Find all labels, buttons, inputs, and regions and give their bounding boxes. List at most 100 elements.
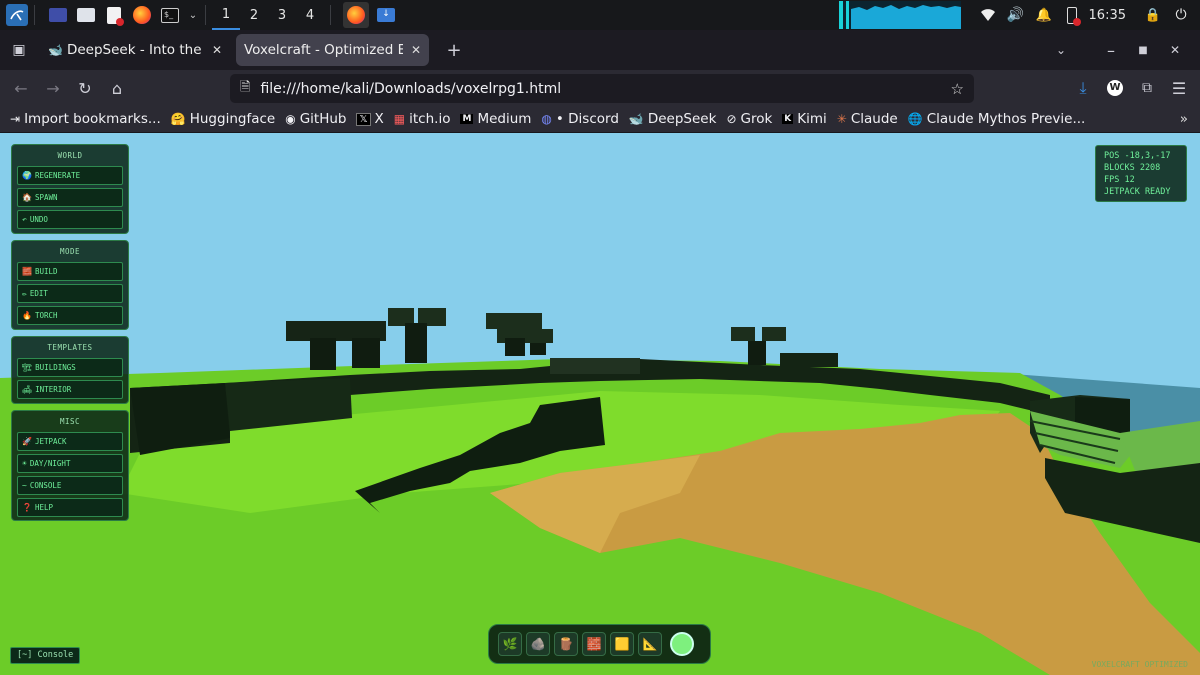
bookmark-x[interactable]: 𝕏X <box>356 111 384 127</box>
bookmark-kimi[interactable]: K Kimi <box>782 111 827 127</box>
files-icon[interactable] <box>75 4 97 26</box>
workspace-3[interactable]: 3 <box>268 0 296 30</box>
button-label: BUILD <box>34 267 58 276</box>
page-info-icon[interactable]: 🗎 <box>240 78 250 100</box>
url-bar[interactable]: 🗎 file:///home/kali/Downloads/voxelrpg1.… <box>230 74 974 103</box>
bookmark-claude-mythos[interactable]: 🌐 Claude Mythos Previe... <box>908 111 1086 127</box>
build-mode-button[interactable]: 🧱 BUILD <box>17 262 123 281</box>
tab-list-chevron-icon[interactable]: ⌄ <box>1046 35 1076 65</box>
downloads-window-icon[interactable]: ↓ <box>375 4 397 26</box>
buildings-button[interactable]: 🏗 BUILDINGS <box>17 358 123 377</box>
grok-icon: ⊘ <box>726 112 737 126</box>
workspace-1[interactable]: 1 <box>212 0 240 30</box>
kali-menu-icon[interactable] <box>6 4 28 26</box>
button-label: HELP <box>34 503 54 512</box>
day-night-button[interactable]: ☀ DAY/NIGHT <box>17 454 123 473</box>
bookmark-github[interactable]: ◉ GitHub <box>285 111 346 127</box>
regenerate-button[interactable]: 🌍 REGENERATE <box>17 166 123 185</box>
wifi-icon[interactable] <box>977 4 999 26</box>
maximize-button[interactable]: ■ <box>1128 35 1158 65</box>
hotbar-slot-wood[interactable]: 🪵 <box>554 632 578 656</box>
downloads-icon[interactable]: ⤓ <box>1068 73 1098 103</box>
hotbar-slot-yellow[interactable]: 🟨 <box>610 632 634 656</box>
block-hotbar: 🌿 🪨 🪵 🧱 🟨 📐 <box>488 624 711 664</box>
bookmark-deepseek[interactable]: 🐋 DeepSeek <box>629 111 717 127</box>
hotbar-slot-leaf[interactable]: 🌿 <box>498 632 522 656</box>
workspace-4[interactable]: 4 <box>296 0 324 30</box>
tab-title: Voxelcraft - Optimized Editio <box>244 42 403 58</box>
spawn-button[interactable]: 🏠 SPAWN <box>17 188 123 207</box>
bookmark-label: Huggingface <box>189 111 276 127</box>
back-icon[interactable]: ← <box>6 73 36 103</box>
bookmark-star-icon[interactable]: ☆ <box>951 80 964 98</box>
help-button[interactable]: ❓ HELP <box>17 498 123 517</box>
panel-title: MODE <box>59 247 81 256</box>
tab-overview-icon[interactable]: ▣ <box>4 35 34 65</box>
bookmark-itchio[interactable]: ▦ itch.io <box>394 111 451 127</box>
menu-icon[interactable]: ☰ <box>1164 73 1194 103</box>
bookmark-label: DeepSeek <box>647 111 717 127</box>
forward-icon[interactable]: → <box>38 73 68 103</box>
button-label: DAY/NIGHT <box>29 459 71 468</box>
tab-voxelcraft[interactable]: Voxelcraft - Optimized Editio ✕ <box>236 34 429 66</box>
fire-icon: 🔥 <box>22 311 32 320</box>
voxel-world-scene[interactable] <box>0 133 1200 675</box>
new-tab-button[interactable]: + <box>439 35 469 65</box>
power-icon[interactable]: ⏻ <box>1170 4 1192 26</box>
huggingface-icon: 🤗 <box>170 112 186 126</box>
bookmark-medium[interactable]: M Medium <box>460 111 531 127</box>
terminal-icon[interactable]: $_ <box>159 4 181 26</box>
bookmark-huggingface[interactable]: 🤗 Huggingface <box>171 111 275 127</box>
jetpack-status: JETPACK READY <box>1104 187 1171 197</box>
volume-icon[interactable]: 🔊 <box>1005 4 1027 26</box>
interior-button[interactable]: 🛋 INTERIOR <box>17 380 123 399</box>
battery-icon[interactable] <box>1061 4 1083 26</box>
navigation-bar: ← → ↻ ⌂ 🗎 file:///home/kali/Downloads/vo… <box>0 70 1200 106</box>
workspace-2[interactable]: 2 <box>240 0 268 30</box>
firefox-icon[interactable] <box>131 4 153 26</box>
button-label: SPAWN <box>34 193 58 202</box>
clock[interactable]: 16:35 <box>1089 8 1126 23</box>
deepseek-icon: 🐋 <box>628 112 644 126</box>
notification-bell-icon[interactable]: 🔔 <box>1033 4 1055 26</box>
close-window-button[interactable]: ✕ <box>1160 35 1190 65</box>
console-button[interactable]: ~ CONSOLE <box>17 476 123 495</box>
status-hud: POS -18,3,-17 BLOCKS 2208 FPS 12 JETPACK… <box>1095 145 1187 202</box>
game-viewport[interactable]: WORLD 🌍 REGENERATE 🏠 SPAWN ↶ UNDO MODE 🧱 BUI… <box>0 133 1200 675</box>
tab-deepseek[interactable]: 🐋 DeepSeek - Into the Unkn ✕ <box>40 34 230 66</box>
undo-button[interactable]: ↶ UNDO <box>17 210 123 229</box>
close-icon[interactable]: ✕ <box>411 43 421 57</box>
desktop-icon[interactable] <box>47 4 69 26</box>
hotbar-slot-brick[interactable]: 🧱 <box>582 632 606 656</box>
torch-mode-button[interactable]: 🔥 TORCH <box>17 306 123 325</box>
globe-icon: 🌐 <box>907 112 923 126</box>
bookmark-claude[interactable]: ✳ Claude <box>837 111 898 127</box>
minimize-button[interactable]: – <box>1096 35 1126 65</box>
reload-icon[interactable]: ↻ <box>70 73 100 103</box>
lock-icon[interactable]: 🔒 <box>1142 4 1164 26</box>
home-icon[interactable]: ⌂ <box>102 73 132 103</box>
chevron-down-icon[interactable]: ⌄ <box>187 4 199 26</box>
bookmark-grok[interactable]: ⊘ Grok <box>726 111 772 127</box>
bookmark-import[interactable]: ⇥ Import bookmarks... <box>10 111 161 127</box>
extensions-icon[interactable]: ⧉ <box>1132 73 1162 103</box>
bookmark-label: X <box>374 111 384 127</box>
jetpack-button[interactable]: 🚀 JETPACK <box>17 432 123 451</box>
account-icon[interactable]: W <box>1100 73 1130 103</box>
color-picker-swatch[interactable] <box>670 632 694 656</box>
hotbar-slot-stone[interactable]: 🪨 <box>526 632 550 656</box>
bookmark-discord[interactable]: ◍ • Discord <box>541 111 618 127</box>
hotbar-slot-ramp[interactable]: 📐 <box>638 632 662 656</box>
bookmark-label: Claude Mythos Previe... <box>926 111 1086 127</box>
close-icon[interactable]: ✕ <box>212 43 222 57</box>
tab-title: DeepSeek - Into the Unkn <box>66 42 204 58</box>
text-editor-icon[interactable] <box>103 4 125 26</box>
console-toggle[interactable]: [~] Console <box>10 647 81 664</box>
more-bookmarks-icon[interactable]: » <box>1180 111 1188 127</box>
panel-title: WORLD <box>57 151 83 160</box>
panel-title: MISC <box>59 417 81 426</box>
sofa-icon: 🛋 <box>22 385 33 394</box>
edit-mode-button[interactable]: ✏ EDIT <box>17 284 123 303</box>
firefox-window-icon[interactable] <box>343 2 369 28</box>
brick-icon: 🧱 <box>22 267 32 276</box>
